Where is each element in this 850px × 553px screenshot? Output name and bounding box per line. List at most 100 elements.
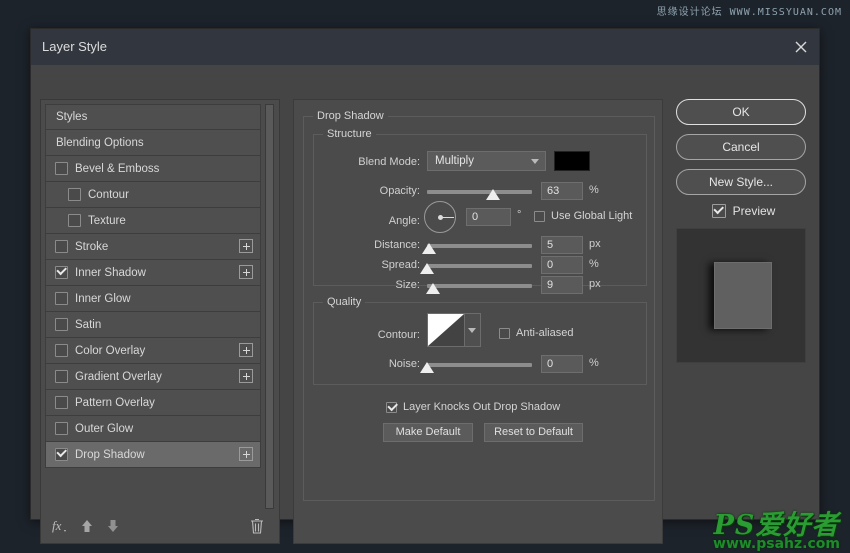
style-row-blending-options[interactable]: Blending Options [45, 130, 261, 156]
spread-label: Spread: [381, 259, 420, 271]
style-row-label: Blending Options [56, 136, 144, 149]
style-row-label: Styles [56, 111, 88, 123]
style-checkbox[interactable] [55, 396, 68, 409]
add-effect-plus-icon[interactable] [239, 447, 253, 461]
add-effect-plus-icon[interactable] [239, 369, 253, 383]
style-row-bevel-emboss[interactable]: Bevel & Emboss [45, 156, 261, 182]
watermark-bottom-line2: www.psahz.com [713, 536, 840, 552]
dialog-actions: OK Cancel New Style... Preview [676, 99, 811, 363]
preview-toggle-row: Preview [676, 204, 811, 218]
use-global-light-checkbox[interactable] [534, 211, 545, 222]
cancel-button[interactable]: Cancel [676, 134, 806, 160]
blend-mode-select[interactable]: Multiply [427, 151, 546, 171]
styles-panel: Styles Blending Options Bevel & Emboss Cont… [40, 99, 280, 544]
style-row-texture[interactable]: Texture [45, 208, 261, 234]
noise-input[interactable]: 0 [541, 355, 583, 373]
style-checkbox[interactable] [55, 422, 68, 435]
structure-group-label: Structure [323, 128, 376, 140]
style-checkbox[interactable] [55, 318, 68, 331]
style-row-drop-shadow[interactable]: Drop Shadow [45, 442, 261, 468]
distance-slider-thumb[interactable] [422, 243, 437, 254]
layer-knocks-out-label: Layer Knocks Out Drop Shadow [403, 401, 561, 413]
dialog-title: Layer Style [42, 39, 108, 54]
opacity-slider[interactable] [427, 189, 532, 200]
layer-knocks-out-checkbox[interactable] [386, 402, 397, 413]
contour-preset-swatch[interactable] [427, 313, 465, 347]
add-effect-plus-icon[interactable] [239, 265, 253, 279]
angle-label: Angle: [388, 215, 420, 227]
angle-input[interactable]: 0 [466, 208, 511, 226]
style-row-label: Contour [88, 188, 129, 201]
style-row-pattern-overlay[interactable]: Pattern Overlay [45, 390, 261, 416]
style-row-gradient-overlay[interactable]: Gradient Overlay [45, 364, 261, 390]
style-row-styles[interactable]: Styles [45, 104, 261, 130]
styles-scrollbar-track[interactable] [265, 104, 274, 509]
close-icon[interactable] [791, 37, 811, 57]
style-row-satin[interactable]: Satin [45, 312, 261, 338]
arrow-up-icon[interactable] [79, 518, 95, 539]
style-row-label: Bevel & Emboss [75, 162, 160, 175]
style-row-stroke[interactable]: Stroke [45, 234, 261, 260]
style-checkbox[interactable] [55, 370, 68, 383]
size-input[interactable]: 9 [541, 276, 583, 294]
distance-slider[interactable] [422, 243, 532, 254]
chevron-down-icon [531, 159, 539, 164]
shadow-color-swatch[interactable] [554, 151, 590, 171]
dialog-titlebar[interactable]: Layer Style [31, 29, 819, 66]
style-row-label: Inner Shadow [75, 266, 146, 279]
style-row-color-overlay[interactable]: Color Overlay [45, 338, 261, 364]
watermark-bottom-line1: PS爱好者 [713, 510, 840, 541]
style-checkbox[interactable] [68, 188, 81, 201]
angle-dial[interactable] [424, 201, 456, 233]
contour-label: Contour: [377, 329, 420, 341]
fx-icon[interactable]: fx [51, 517, 69, 540]
size-label: Size: [395, 279, 420, 291]
style-checkbox[interactable] [55, 162, 68, 175]
trash-icon[interactable] [249, 517, 265, 540]
style-row-label: Texture [88, 214, 126, 227]
style-row-label: Pattern Overlay [75, 396, 155, 409]
new-style-button[interactable]: New Style... [676, 169, 806, 195]
angle-dial-hub [437, 214, 443, 220]
style-row-label: Satin [75, 318, 102, 331]
ok-button[interactable]: OK [676, 99, 806, 125]
preview-checkbox[interactable] [711, 204, 726, 218]
spread-slider-thumb[interactable] [420, 263, 434, 274]
size-slider-thumb[interactable] [426, 283, 441, 294]
add-effect-plus-icon[interactable] [239, 239, 253, 253]
spread-input[interactable]: 0 [541, 256, 583, 274]
drop-shadow-group-label: Drop Shadow [313, 110, 388, 122]
spread-slider[interactable] [420, 263, 532, 274]
contour-dropdown-button[interactable] [465, 313, 481, 347]
add-effect-plus-icon[interactable] [239, 343, 253, 357]
styles-toolbar: fx [41, 513, 279, 543]
anti-aliased-checkbox[interactable] [499, 328, 510, 339]
style-row-inner-glow[interactable]: Inner Glow [45, 286, 261, 312]
opacity-input[interactable]: 63 [541, 182, 583, 200]
style-checkbox[interactable] [55, 292, 68, 305]
noise-label: Noise: [388, 358, 420, 370]
style-row-outer-glow[interactable]: Outer Glow [45, 416, 261, 442]
distance-unit: px [589, 238, 601, 250]
reset-to-default-button[interactable]: Reset to Default [484, 423, 583, 442]
arrow-down-icon[interactable] [105, 518, 121, 539]
style-checkbox[interactable] [55, 266, 68, 279]
size-unit: px [589, 278, 601, 290]
noise-slider[interactable] [420, 362, 532, 373]
dialog-body: Styles Blending Options Bevel & Emboss Cont… [31, 65, 819, 544]
style-checkbox[interactable] [55, 344, 68, 357]
style-row-contour[interactable]: Contour [45, 182, 261, 208]
noise-slider-thumb[interactable] [420, 362, 434, 373]
make-default-button[interactable]: Make Default [383, 423, 473, 442]
style-checkbox[interactable] [68, 214, 81, 227]
style-row-inner-shadow[interactable]: Inner Shadow [45, 260, 261, 286]
size-slider[interactable] [426, 283, 532, 294]
preview-shape [714, 262, 772, 329]
styles-scrollbar-thumb[interactable] [266, 105, 273, 508]
watermark-top: 思缘设计论坛 WWW.MISSYUAN.COM [656, 7, 842, 18]
style-checkbox[interactable] [55, 240, 68, 253]
distance-input[interactable]: 5 [541, 236, 583, 254]
opacity-slider-thumb[interactable] [486, 189, 501, 200]
angle-unit: ° [517, 209, 522, 221]
style-checkbox[interactable] [55, 448, 68, 461]
